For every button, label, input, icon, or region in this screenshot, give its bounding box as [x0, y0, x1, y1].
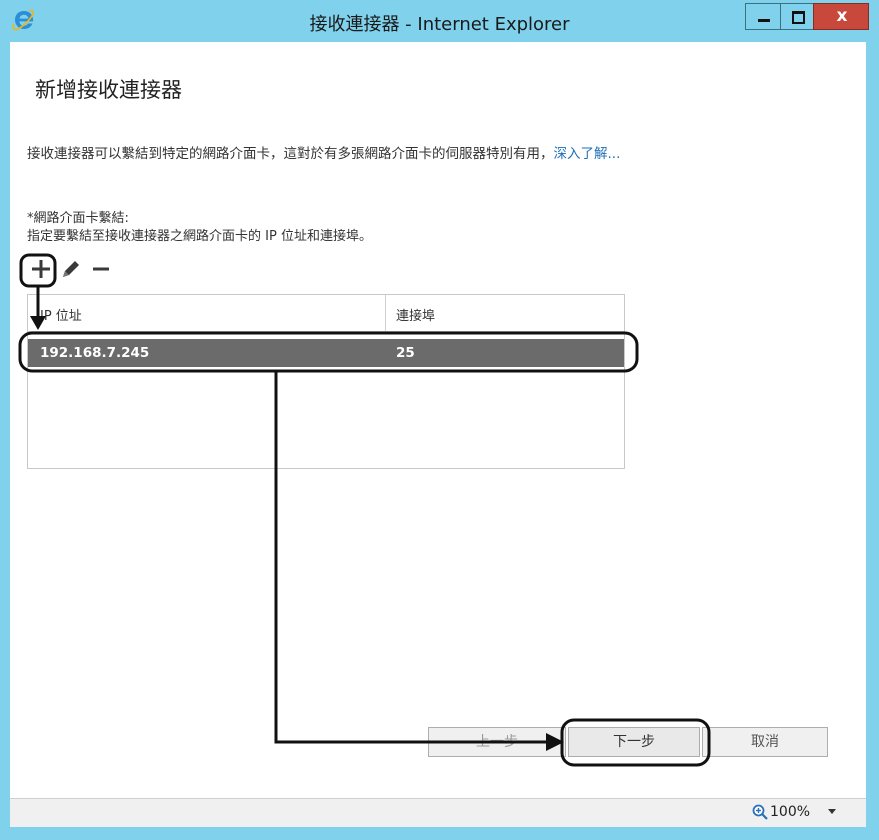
- plus-icon[interactable]: [28, 256, 54, 282]
- cancel-button[interactable]: 取消: [702, 727, 828, 757]
- column-header-ip[interactable]: IP 位址: [40, 305, 82, 324]
- grid-header: IP 位址 連接埠: [28, 295, 624, 332]
- next-button[interactable]: 下一步: [568, 727, 700, 757]
- maximize-icon: [792, 11, 805, 24]
- maximize-button[interactable]: [780, 3, 814, 30]
- column-header-port[interactable]: 連接埠: [396, 305, 435, 324]
- magnifier-icon[interactable]: [752, 804, 768, 820]
- page-title: 新增接收連接器: [35, 78, 182, 102]
- binding-section: *網路介面卡繫結: 指定要繫結至接收連接器之網路介面卡的 IP 位址和連接埠。: [27, 210, 372, 246]
- status-bar: 100%: [10, 798, 866, 827]
- pencil-icon[interactable]: [58, 256, 84, 282]
- binding-hint: 指定要繫結至接收連接器之網路介面卡的 IP 位址和連接埠。: [27, 229, 372, 244]
- binding-grid: IP 位址 連接埠 192.168.7.245 25: [27, 294, 625, 469]
- binding-label: *網路介面卡繫結:: [27, 211, 129, 226]
- learn-more-link[interactable]: 深入了解...: [554, 146, 621, 162]
- close-button[interactable]: x: [813, 3, 869, 30]
- column-divider[interactable]: [385, 295, 386, 331]
- chevron-down-icon[interactable]: [828, 809, 836, 814]
- row-ip-address: 192.168.7.245: [40, 345, 150, 361]
- title-bar[interactable]: 接收連接器 - Internet Explorer x: [0, 0, 879, 42]
- minimize-button[interactable]: [745, 3, 781, 30]
- zoom-level[interactable]: 100%: [770, 804, 810, 820]
- back-button[interactable]: 上一步: [428, 727, 566, 757]
- browser-window: 接收連接器 - Internet Explorer x 新增接收連接器 接收連接…: [0, 0, 879, 840]
- close-icon: x: [836, 6, 848, 26]
- row-port: 25: [396, 345, 415, 361]
- table-row[interactable]: 192.168.7.245 25: [28, 339, 624, 367]
- minimize-icon: [758, 19, 770, 22]
- description-body: 接收連接器可以繫結到特定的網路介面卡，這對於有多張網路介面卡的伺服器特別有用，: [27, 146, 554, 162]
- minus-icon[interactable]: [88, 256, 114, 282]
- page-content: 新增接收連接器 接收連接器可以繫結到特定的網路介面卡，這對於有多張網路介面卡的伺…: [10, 42, 866, 798]
- description-text: 接收連接器可以繫結到特定的網路介面卡，這對於有多張網路介面卡的伺服器特別有用，深…: [27, 144, 637, 165]
